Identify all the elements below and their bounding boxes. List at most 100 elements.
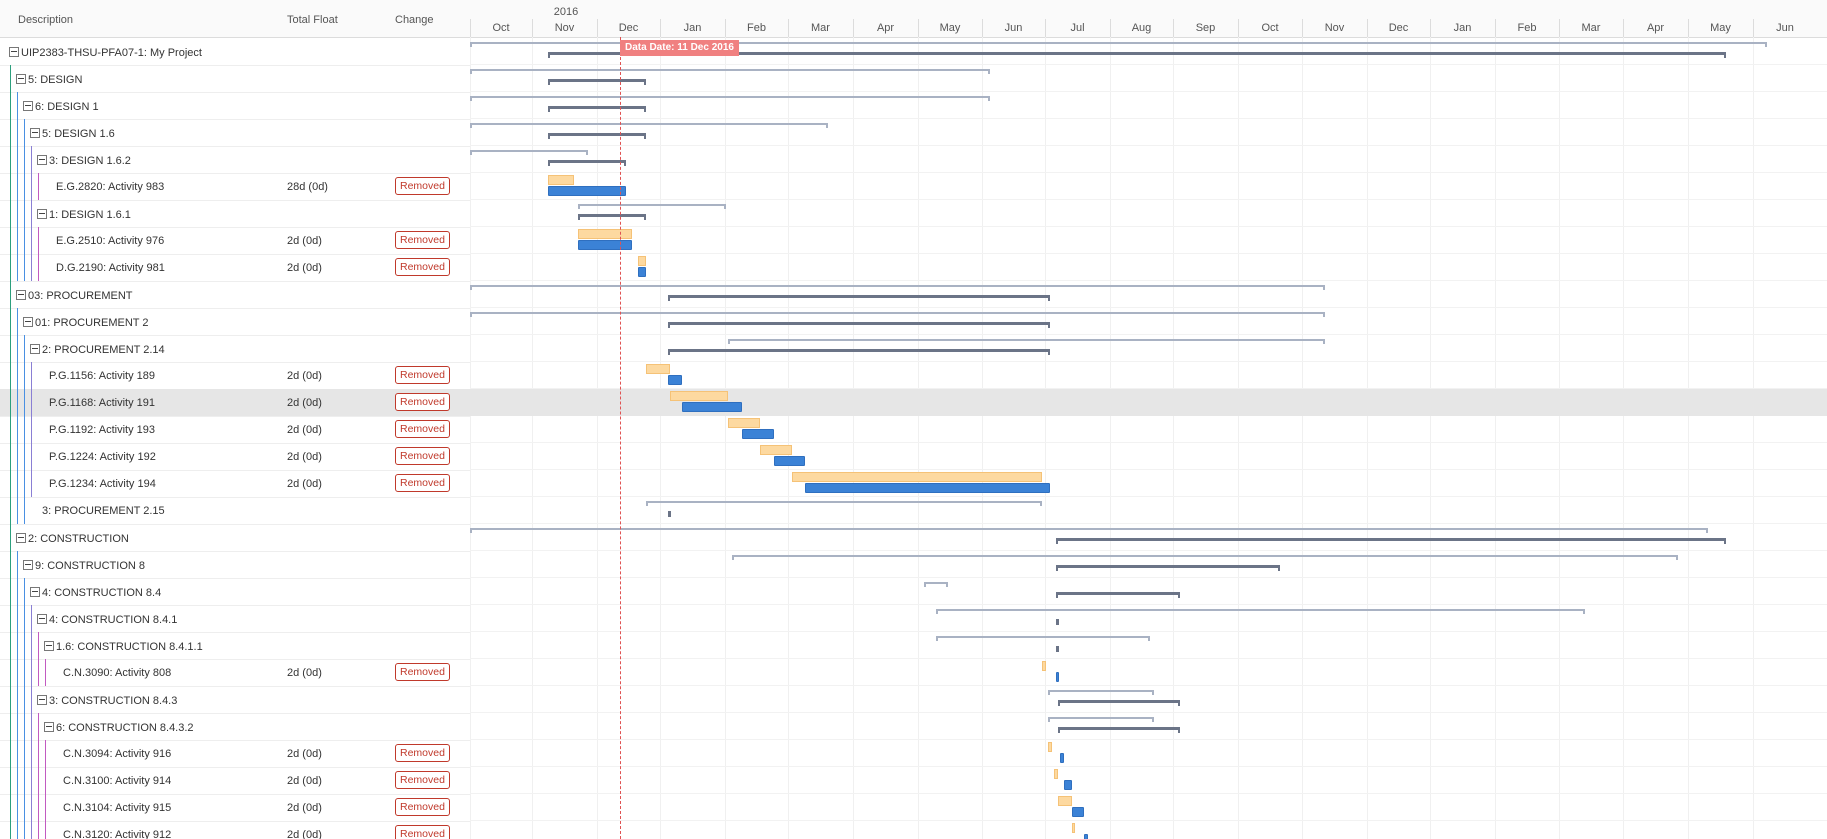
table-row[interactable]: 01: PROCUREMENT 2 [0, 308, 470, 336]
baseline-summary-bar[interactable] [470, 528, 1708, 533]
baseline-summary-bar[interactable] [470, 150, 588, 155]
summary-bar[interactable] [1056, 565, 1280, 571]
baseline-summary-bar[interactable] [470, 285, 1325, 290]
summary-bar[interactable] [1058, 727, 1180, 733]
baseline-summary-bar[interactable] [936, 636, 1150, 641]
activity-bar[interactable] [548, 186, 626, 196]
baseline-activity-bar[interactable] [1054, 769, 1058, 779]
summary-bar[interactable] [1056, 592, 1180, 598]
summary-bar[interactable] [1058, 700, 1180, 706]
summary-bar[interactable] [548, 106, 646, 112]
baseline-activity-bar[interactable] [670, 391, 728, 401]
collapse-toggle-icon[interactable] [30, 587, 40, 597]
table-row[interactable]: 5: DESIGN [0, 65, 470, 93]
baseline-summary-bar[interactable] [470, 312, 1325, 317]
baseline-summary-bar[interactable] [732, 555, 1678, 560]
table-row[interactable]: E.G.2510: Activity 976 2d (0d) Removed [0, 227, 470, 255]
table-row[interactable]: P.G.1192: Activity 193 2d (0d) Removed [0, 416, 470, 444]
table-row[interactable]: 4: CONSTRUCTION 8.4.1 [0, 605, 470, 633]
activity-bar[interactable] [1056, 672, 1059, 682]
table-row[interactable]: 6: DESIGN 1 [0, 92, 470, 120]
activity-bar[interactable] [668, 375, 682, 385]
column-header-description[interactable]: Description [18, 14, 73, 26]
collapse-toggle-icon[interactable] [23, 101, 33, 111]
table-row[interactable]: 3: CONSTRUCTION 8.4.3 [0, 686, 470, 714]
table-row[interactable]: 2: PROCUREMENT 2.14 [0, 335, 470, 363]
table-row[interactable]: 3: DESIGN 1.6.2 [0, 146, 470, 174]
collapse-toggle-icon[interactable] [16, 74, 26, 84]
table-row[interactable]: C.N.3120: Activity 912 2d (0d) Removed [0, 821, 470, 839]
summary-bar[interactable] [1056, 538, 1726, 544]
baseline-summary-bar[interactable] [1048, 717, 1154, 722]
table-row[interactable]: 9: CONSTRUCTION 8 [0, 551, 470, 579]
baseline-summary-bar[interactable] [1048, 690, 1154, 695]
summary-bar[interactable] [668, 295, 1050, 301]
collapse-toggle-icon[interactable] [44, 722, 54, 732]
activity-bar[interactable] [1060, 753, 1064, 763]
summary-bar[interactable] [548, 133, 646, 139]
baseline-summary-bar[interactable] [470, 69, 990, 74]
collapse-toggle-icon[interactable] [23, 317, 33, 327]
activity-bar[interactable] [578, 240, 632, 250]
baseline-summary-bar[interactable] [936, 609, 1585, 614]
baseline-activity-bar[interactable] [578, 229, 632, 239]
activity-bar[interactable] [742, 429, 774, 439]
activity-bar[interactable] [805, 483, 1050, 493]
baseline-summary-bar[interactable] [924, 582, 948, 587]
collapse-toggle-icon[interactable] [9, 47, 19, 57]
activity-bar[interactable] [682, 402, 742, 412]
baseline-activity-bar[interactable] [1058, 796, 1072, 806]
collapse-toggle-icon[interactable] [37, 614, 47, 624]
collapse-toggle-icon[interactable] [30, 128, 40, 138]
collapse-toggle-icon[interactable] [37, 695, 47, 705]
table-row[interactable]: 3: PROCUREMENT 2.15 [0, 497, 470, 525]
baseline-summary-bar[interactable] [470, 123, 828, 128]
activity-bar[interactable] [638, 267, 646, 277]
table-row[interactable]: C.N.3100: Activity 914 2d (0d) Removed [0, 767, 470, 795]
summary-bar[interactable] [548, 160, 626, 166]
table-row[interactable]: P.G.1168: Activity 191 2d (0d) Removed [0, 389, 470, 417]
summary-bar[interactable] [548, 79, 646, 85]
baseline-activity-bar[interactable] [1042, 661, 1046, 671]
baseline-summary-bar[interactable] [578, 204, 726, 209]
table-row[interactable]: C.N.3090: Activity 808 2d (0d) Removed [0, 659, 470, 687]
baseline-activity-bar[interactable] [638, 256, 646, 266]
baseline-activity-bar[interactable] [760, 445, 792, 455]
summary-milestone[interactable] [1056, 646, 1059, 652]
collapse-toggle-icon[interactable] [44, 641, 54, 651]
table-row[interactable]: 5: DESIGN 1.6 [0, 119, 470, 147]
table-row[interactable]: P.G.1156: Activity 189 2d (0d) Removed [0, 362, 470, 390]
table-row[interactable]: E.G.2820: Activity 983 28d (0d) Removed [0, 173, 470, 201]
baseline-summary-bar[interactable] [470, 96, 990, 101]
baseline-activity-bar[interactable] [646, 364, 670, 374]
collapse-toggle-icon[interactable] [16, 290, 26, 300]
table-row[interactable]: UIP2383-THSU-PFA07-1: My Project [0, 38, 470, 66]
table-row[interactable]: D.G.2190: Activity 981 2d (0d) Removed [0, 254, 470, 282]
collapse-toggle-icon[interactable] [16, 533, 26, 543]
baseline-activity-bar[interactable] [1048, 742, 1052, 752]
collapse-toggle-icon[interactable] [37, 155, 47, 165]
collapse-toggle-icon[interactable] [37, 209, 47, 219]
table-row[interactable]: P.G.1224: Activity 192 2d (0d) Removed [0, 443, 470, 471]
collapse-toggle-icon[interactable] [23, 560, 33, 570]
activity-bar[interactable] [1064, 780, 1072, 790]
activity-bar[interactable] [1084, 834, 1088, 839]
baseline-activity-bar[interactable] [1072, 823, 1075, 833]
table-row[interactable]: 6: CONSTRUCTION 8.4.3.2 [0, 713, 470, 741]
table-row[interactable]: 2: CONSTRUCTION [0, 524, 470, 552]
summary-bar[interactable] [668, 322, 1050, 328]
summary-bar[interactable] [668, 349, 1050, 355]
baseline-activity-bar[interactable] [548, 175, 574, 185]
table-row[interactable]: C.N.3094: Activity 916 2d (0d) Removed [0, 740, 470, 768]
column-header-change[interactable]: Change [395, 14, 434, 26]
summary-bar[interactable] [578, 214, 646, 220]
baseline-activity-bar[interactable] [728, 418, 760, 428]
table-row[interactable]: 1.6: CONSTRUCTION 8.4.1.1 [0, 632, 470, 660]
table-row[interactable]: C.N.3104: Activity 915 2d (0d) Removed [0, 794, 470, 822]
summary-milestone[interactable] [668, 511, 671, 517]
table-row[interactable]: 4: CONSTRUCTION 8.4 [0, 578, 470, 606]
column-header-total-float[interactable]: Total Float [287, 14, 338, 26]
baseline-summary-bar[interactable] [728, 339, 1325, 344]
table-row[interactable]: 1: DESIGN 1.6.1 [0, 200, 470, 228]
activity-bar[interactable] [774, 456, 805, 466]
